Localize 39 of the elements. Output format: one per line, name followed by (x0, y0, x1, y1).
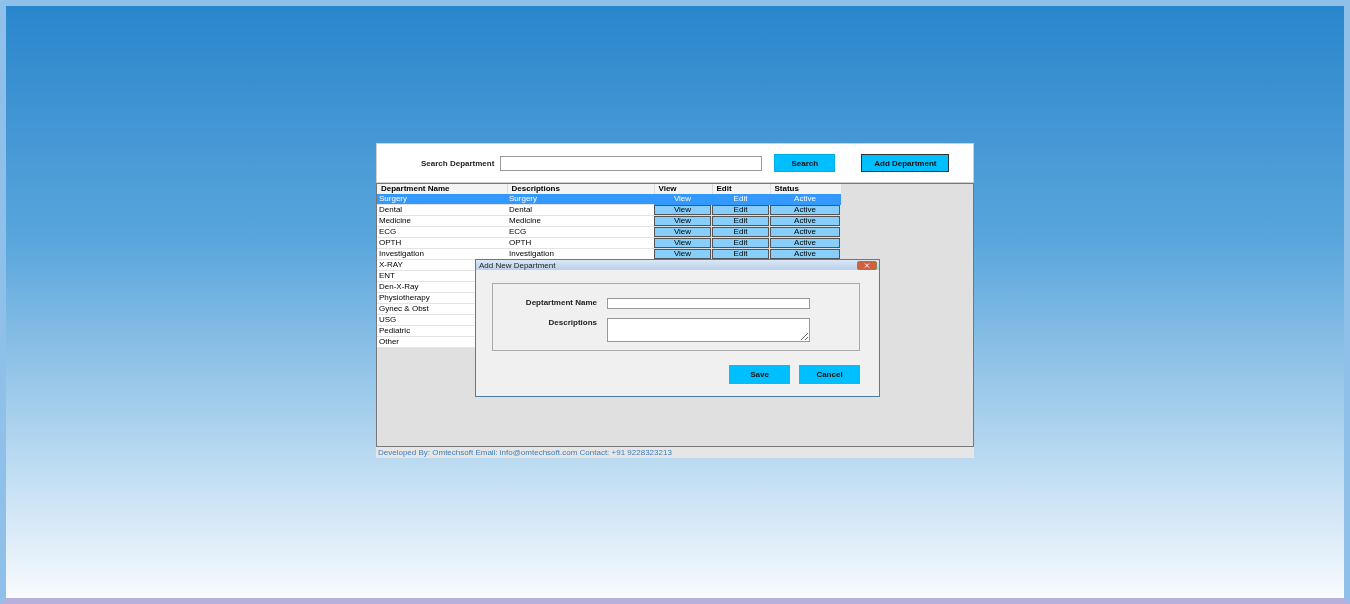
table-cell: OPTH (507, 237, 654, 249)
status-button[interactable]: Active (770, 249, 840, 259)
table-cell[interactable]: Dental (377, 204, 507, 216)
column-header: Descriptions (507, 184, 654, 194)
field-label: Descriptions (547, 318, 597, 329)
status-button[interactable]: Active (770, 238, 840, 248)
view-button[interactable]: View (654, 216, 711, 226)
department-name-field[interactable] (607, 298, 810, 309)
edit-button[interactable]: Edit (712, 227, 769, 237)
table-cell[interactable]: Medicine (377, 215, 507, 227)
save-button[interactable]: Save (729, 365, 790, 384)
view-button[interactable]: View (654, 227, 711, 237)
add-department-button[interactable]: Add Department (861, 154, 950, 172)
field-label: Deptartment Name (524, 298, 597, 309)
table-cell: Medicine (507, 215, 654, 227)
status-button[interactable]: Active (770, 205, 840, 215)
search-button[interactable]: Search (774, 154, 836, 172)
cancel-button[interactable]: Cancel (799, 365, 860, 384)
status-button[interactable]: Active (770, 216, 840, 226)
table-cell[interactable]: Investigation (377, 248, 507, 260)
view-button[interactable]: View (654, 249, 711, 259)
edit-button[interactable]: Edit (712, 249, 769, 259)
footer-text: Developed By: Omtechsoft Email: info@omtechsoft.com Contact: +91 9228323213 (376, 447, 974, 458)
table-cell: Dental (507, 204, 654, 216)
table-cell: ECG (507, 226, 654, 238)
edit-button[interactable]: Edit (712, 238, 769, 248)
view-button[interactable]: View (654, 238, 711, 248)
table-cell[interactable]: ECG (377, 226, 507, 238)
close-icon[interactable] (857, 260, 877, 270)
view-button[interactable]: View (654, 205, 711, 215)
status-button[interactable]: Active (770, 227, 840, 237)
edit-button[interactable]: Edit (712, 216, 769, 226)
column-header: Edit (712, 184, 770, 194)
table-cell: Surgery (507, 194, 654, 205)
search-label: Search Department (421, 158, 495, 168)
edit-button[interactable]: Edit (712, 205, 769, 215)
descriptions-field[interactable] (607, 318, 810, 342)
search-field[interactable] (500, 155, 763, 171)
table-cell[interactable]: OPTH (377, 237, 507, 249)
